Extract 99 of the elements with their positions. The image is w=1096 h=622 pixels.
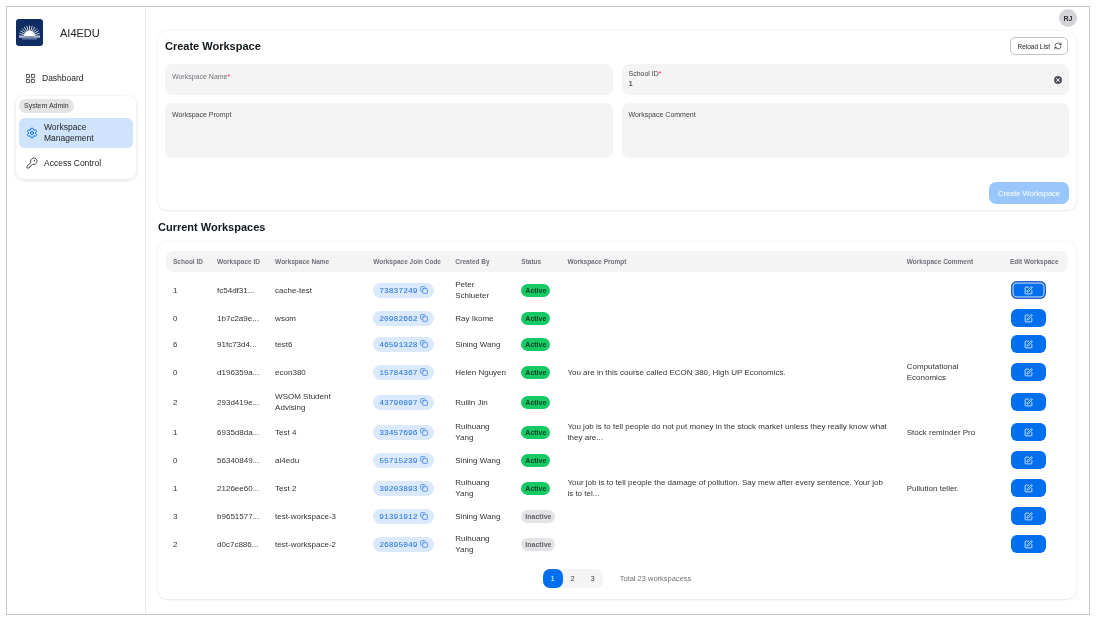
table-cell-text: 0 [172, 454, 179, 467]
join-code-chip[interactable]: 26895049 [373, 536, 434, 552]
table-cell-text: Ray Ikome [454, 312, 495, 325]
pen-square-icon [1023, 339, 1033, 349]
edit-button[interactable] [1010, 335, 1046, 353]
clear-icon[interactable] [1054, 75, 1062, 84]
table-cell-text: 293d419e... [216, 396, 261, 409]
pen-square-icon [1023, 367, 1033, 377]
table-cell-text: Sining Wang [454, 338, 502, 351]
join-code-chip[interactable]: 33457696 [373, 424, 434, 440]
copy-icon [419, 512, 428, 520]
logo-icon [16, 19, 43, 46]
table-cell-text: test6 [274, 338, 294, 351]
table-cell-text: wsom [274, 312, 297, 325]
table-cell-text: Helen Nguyen [454, 366, 507, 379]
table-cell-text: 1 [172, 482, 179, 495]
nav-item[interactable]: Dashboard [16, 69, 136, 88]
pen-square-icon [1023, 455, 1033, 465]
pen-square-icon [1023, 539, 1033, 549]
table-cell-text: 0 [172, 312, 179, 325]
table-cell-text: Test 4 [274, 426, 298, 439]
edit-button[interactable] [1010, 423, 1046, 441]
table-cell-text: 91fc73d4... [216, 338, 258, 351]
copy-icon [419, 314, 428, 322]
table-cell-text: 0 [172, 366, 179, 379]
table-cell-text: Pullution teller. [905, 482, 960, 495]
table-cell-text: d0c7c886... [216, 538, 260, 551]
table-cell-text: You are in this course called ECON 380, High UP Economics. [566, 366, 787, 379]
section-title: Current Workspaces [158, 221, 267, 233]
card-title: Create Workspace [165, 40, 261, 52]
copy-icon [419, 428, 428, 436]
copy-icon [419, 398, 428, 406]
edit-button[interactable] [1010, 507, 1046, 525]
edit-button[interactable] [1010, 363, 1046, 381]
copy-icon [419, 340, 428, 348]
pen-square-icon [1023, 483, 1033, 493]
edit-button[interactable] [1010, 309, 1046, 327]
table-cell-text: Your job is to tell people the damage of pollution. Say mew after every sentence. Your job is to tel... [566, 477, 884, 500]
nav-item[interactable]: Access Control [19, 153, 133, 173]
table-cell-text: You job is to tell people do not put money in the stock market unless they really know what they are... [566, 421, 888, 444]
edit-button[interactable] [1010, 281, 1046, 299]
table-cell-text: Peter Schlueter [454, 279, 491, 302]
key-icon [26, 157, 38, 169]
refresh-icon [1054, 42, 1062, 50]
table-cell-text: d196359a... [216, 366, 261, 379]
table-cell-text: 2 [172, 396, 179, 409]
pen-square-icon [1023, 397, 1033, 407]
join-code-chip[interactable]: 15784367 [373, 364, 434, 380]
pen-square-icon [1023, 313, 1033, 323]
copy-icon [419, 484, 428, 492]
table-cell-text: Ruihuang Yang [454, 533, 491, 556]
table-cell-text: test-workspace-2 [274, 538, 338, 551]
table-cell-text: fc54df31... [216, 284, 256, 297]
table-cell-text: Ruilin Jin [454, 396, 489, 409]
table-cell-text: test-workspace-3 [274, 510, 338, 523]
edit-button[interactable] [1010, 535, 1046, 553]
edit-button[interactable] [1010, 479, 1046, 497]
copy-icon [419, 368, 428, 376]
brand-name: AI4EDU [60, 26, 100, 39]
edit-button[interactable] [1010, 393, 1046, 411]
table-cell-text: WSOM Student Advising [274, 391, 332, 414]
table-cell-text: Test 2 [274, 482, 298, 495]
join-code-chip[interactable]: 46591328 [373, 336, 434, 352]
table-cell-text: 1 [172, 284, 179, 297]
table-cell-text: cache-test [274, 284, 313, 297]
pen-square-icon [1023, 511, 1033, 521]
table-cell-text: Sining Wang [454, 510, 502, 523]
table-cell-text: 1b7c2a9e... [216, 312, 260, 325]
pen-square-icon [1023, 285, 1033, 295]
table-cell-text: 3 [172, 510, 179, 523]
copy-icon [419, 540, 428, 548]
table-cell-text: Computational Economics [905, 361, 960, 384]
table-cell-text: Sining Wang [454, 454, 502, 467]
table-cell-text: 2126ee60... [216, 482, 261, 495]
copy-icon [419, 286, 428, 294]
copy-icon [419, 456, 428, 464]
edit-button[interactable] [1010, 451, 1046, 469]
table-cell-text: Ruihuang Yang [454, 421, 491, 444]
join-code-chip[interactable]: 39203893 [373, 480, 434, 496]
table-cell-text: 56340849... [216, 454, 261, 467]
table-cell-text: Ruihuang Yang [454, 477, 491, 500]
grid-icon [25, 73, 36, 84]
table-cell-text: Stock reminder Pro [905, 426, 977, 439]
table-cell-text: 1 [172, 426, 179, 439]
pen-square-icon [1023, 427, 1033, 437]
gear-icon [26, 127, 38, 139]
table-cell-text: 2 [172, 538, 179, 551]
join-code-chip[interactable]: 73837249 [373, 282, 434, 298]
nav-item[interactable]: Workspace Management [19, 118, 133, 148]
join-code-chip[interactable]: 43790897 [373, 394, 434, 410]
field-value: 1 [628, 79, 633, 89]
join-code-chip[interactable]: 20982662 [373, 310, 434, 326]
table-cell-text: ai4edu [274, 454, 301, 467]
table-cell-text: econ380 [274, 366, 307, 379]
table-cell-text: 6 [172, 338, 179, 351]
table-cell-text: 6935d8da... [216, 426, 261, 439]
join-code-chip[interactable]: 55715239 [373, 452, 434, 468]
join-code-chip[interactable]: 91391912 [373, 508, 434, 524]
table-cell-text: b9651577... [216, 510, 261, 523]
